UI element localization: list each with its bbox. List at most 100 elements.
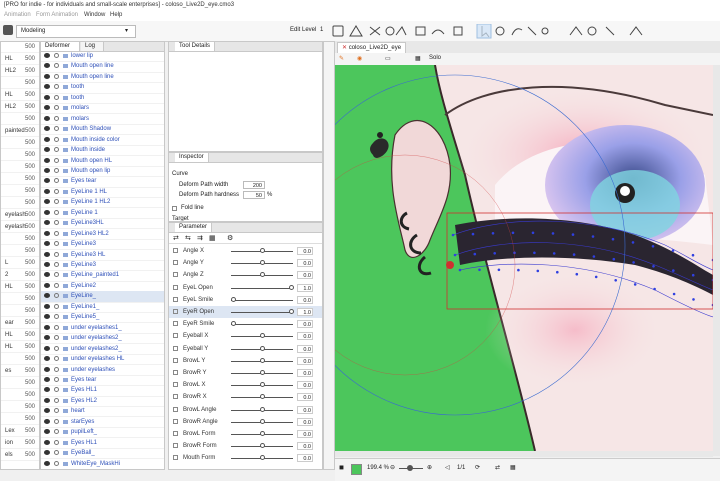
layer-icon[interactable]: ▭: [385, 55, 391, 62]
parameter-row[interactable]: BrowL Form 0.0: [169, 428, 322, 440]
visibility-eye-icon[interactable]: [44, 241, 50, 247]
lock-icon[interactable]: [54, 408, 59, 414]
parts-row[interactable]: 500: [1, 402, 39, 414]
parameter-row[interactable]: EyeL Open 1.0: [169, 282, 322, 294]
parameter-slider-track[interactable]: [231, 312, 293, 313]
visibility-eye-icon[interactable]: [44, 303, 50, 309]
parameter-row[interactable]: BrowL Angle 0.0: [169, 404, 322, 416]
parts-row[interactable]: es 500: [1, 366, 39, 378]
parts-row[interactable]: HL 500: [1, 54, 39, 66]
lock-icon[interactable]: [54, 324, 59, 330]
lock-icon[interactable]: [54, 63, 59, 69]
camera-icon[interactable]: ◼: [339, 464, 344, 471]
flip-icon[interactable]: ⇄: [495, 464, 500, 471]
parts-row[interactable]: HL 500: [1, 330, 39, 342]
parameter-checkbox[interactable]: [173, 357, 178, 363]
lock-icon[interactable]: [54, 73, 59, 79]
visibility-eye-icon[interactable]: [44, 450, 50, 456]
visibility-eye-icon[interactable]: [44, 397, 50, 403]
lock-icon[interactable]: [54, 188, 59, 194]
visibility-eye-icon[interactable]: [44, 115, 50, 121]
lock-icon[interactable]: [54, 376, 59, 382]
parameter-slider-knob[interactable]: [289, 309, 294, 314]
parameter-value-field[interactable]: 0.0: [297, 332, 313, 341]
visibility-eye-icon[interactable]: [44, 73, 50, 79]
parts-row[interactable]: 500: [1, 114, 39, 126]
parts-row[interactable]: 500: [1, 390, 39, 402]
visibility-eye-icon[interactable]: [44, 429, 50, 435]
parameter-slider-knob[interactable]: [260, 248, 265, 253]
param-key-icon[interactable]: ⇆: [185, 234, 191, 242]
lock-icon[interactable]: [54, 387, 59, 393]
visibility-eye-icon[interactable]: [44, 136, 50, 142]
parts-row[interactable]: ear 500: [1, 318, 39, 330]
parameter-row[interactable]: BrowR Form 0.0: [169, 440, 322, 452]
lock-icon[interactable]: [54, 397, 59, 403]
parts-row[interactable]: HL 500: [1, 90, 39, 102]
parameter-row[interactable]: Angle Y 0.0: [169, 257, 322, 269]
visibility-eye-icon[interactable]: [44, 251, 50, 257]
parts-row[interactable]: 500: [1, 150, 39, 162]
parameter-checkbox[interactable]: [173, 382, 178, 388]
lock-icon[interactable]: [54, 178, 59, 184]
canvas-viewport[interactable]: [284, 64, 720, 452]
parameter-checkbox[interactable]: [173, 345, 178, 351]
visibility-eye-icon[interactable]: [44, 314, 50, 320]
parameter-checkbox[interactable]: [173, 272, 178, 278]
parts-row[interactable]: painted 500: [1, 126, 39, 138]
parameter-value-field[interactable]: 0.0: [297, 454, 313, 463]
menu-form-animation[interactable]: Form Animation: [36, 12, 78, 18]
visibility-eye-icon[interactable]: [44, 188, 50, 194]
parts-row[interactable]: 500: [1, 138, 39, 150]
parameter-value-field[interactable]: 0.0: [297, 393, 313, 402]
lock-icon[interactable]: [54, 345, 59, 351]
canvas-scrollbar-vertical[interactable]: [713, 65, 720, 456]
parameter-slider-knob[interactable]: [260, 406, 265, 412]
visibility-eye-icon[interactable]: [44, 230, 50, 236]
visibility-eye-icon[interactable]: [44, 157, 50, 163]
parameter-slider-knob[interactable]: [289, 284, 294, 290]
visibility-eye-icon[interactable]: [44, 282, 50, 288]
parts-row[interactable]: 500: [1, 378, 39, 390]
parts-row[interactable]: HL 500: [1, 342, 39, 354]
parameter-slider-knob[interactable]: [260, 443, 265, 449]
parts-row[interactable]: 500: [1, 234, 39, 246]
parts-row[interactable]: 500: [1, 246, 39, 258]
deform-path-hardness-field[interactable]: 50: [243, 191, 265, 199]
parameter-value-field[interactable]: 0.0: [297, 247, 313, 255]
visibility-eye-icon[interactable]: [44, 324, 50, 330]
visibility-eye-icon[interactable]: [44, 105, 50, 111]
parameter-value-field[interactable]: 0.0: [297, 259, 313, 268]
pin-icon[interactable]: ✎: [339, 55, 344, 62]
lock-icon[interactable]: [54, 241, 59, 247]
parts-row[interactable]: HL 500: [1, 282, 39, 294]
visibility-eye-icon[interactable]: [44, 272, 50, 278]
parameter-slider-knob[interactable]: [231, 296, 236, 302]
visibility-eye-icon[interactable]: [44, 84, 50, 90]
parameter-slider-knob[interactable]: [260, 370, 265, 375]
parameter-checkbox[interactable]: [173, 443, 178, 449]
tab-parameter[interactable]: Parameter: [175, 223, 213, 232]
parts-row[interactable]: 500: [1, 78, 39, 90]
lock-icon[interactable]: [54, 303, 59, 309]
background-color-swatch[interactable]: [351, 464, 362, 475]
parts-row[interactable]: 500: [1, 186, 39, 198]
lock-icon[interactable]: [54, 272, 59, 278]
parts-row[interactable]: 500: [1, 162, 39, 174]
lock-icon[interactable]: [54, 115, 59, 121]
parameter-slider-knob[interactable]: [260, 260, 265, 266]
solo-label[interactable]: Solo: [429, 55, 441, 61]
visibility-eye-icon[interactable]: [44, 262, 50, 267]
parts-row[interactable]: 500: [1, 198, 39, 210]
visibility-eye-icon[interactable]: [44, 439, 50, 445]
parts-row[interactable]: 500: [1, 294, 39, 306]
parameter-value-field[interactable]: 1.0: [297, 308, 313, 316]
parameter-row[interactable]: EyeR Open 1.0: [169, 306, 322, 318]
visibility-eye-icon[interactable]: [44, 408, 50, 414]
menu-help[interactable]: Help: [110, 12, 122, 18]
parameter-row[interactable]: Mouth Form 0.0: [169, 452, 322, 464]
parts-row[interactable]: 500: [1, 42, 39, 54]
parameter-slider-knob[interactable]: [260, 345, 265, 351]
parameter-slider-knob[interactable]: [260, 272, 265, 278]
parameter-slider-knob[interactable]: [260, 418, 265, 424]
